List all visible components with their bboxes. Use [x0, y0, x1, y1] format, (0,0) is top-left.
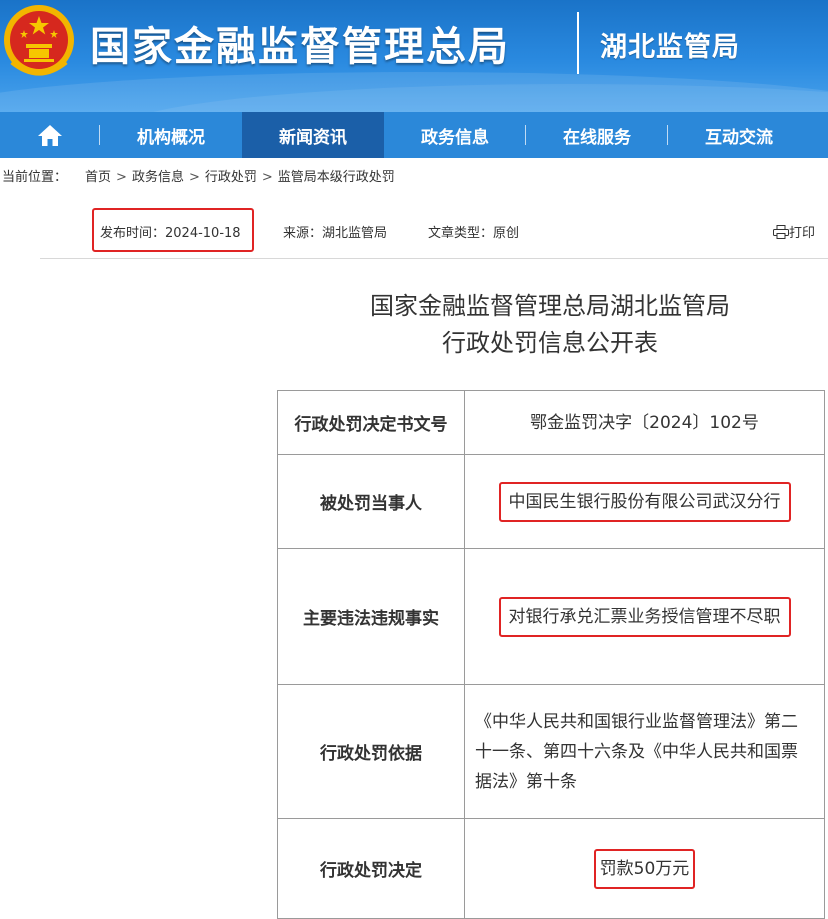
- table-row: 被处罚当事人 中国民生银行股份有限公司武汉分行: [277, 454, 825, 549]
- breadcrumb-penalty[interactable]: 行政处罚: [205, 170, 257, 185]
- row-value-cell: 中国民生银行股份有限公司武汉分行: [464, 454, 825, 549]
- row-value-cell: 罚款50万元: [464, 818, 825, 919]
- table-row: 主要违法违规事实 对银行承兑汇票业务授信管理不尽职: [277, 548, 825, 685]
- breadcrumb-bureau-penalty[interactable]: 监管局本级行政处罚: [278, 170, 395, 185]
- row-label: 被处罚当事人: [277, 454, 465, 549]
- row-value-highlighted: 中国民生银行股份有限公司武汉分行: [498, 481, 791, 522]
- printer-icon: [773, 224, 789, 239]
- nav-item-institution[interactable]: 机构概况: [100, 112, 242, 158]
- print-button[interactable]: 打印: [773, 222, 815, 241]
- row-value-cell: 对银行承兑汇票业务授信管理不尽职: [464, 548, 825, 685]
- nav-item-label: 新闻资讯: [279, 127, 347, 148]
- breadcrumb-separator: >: [188, 170, 200, 185]
- nav-home[interactable]: [0, 112, 100, 158]
- breadcrumb-home[interactable]: 首页: [85, 170, 111, 185]
- row-label: 行政处罚决定书文号: [277, 390, 465, 455]
- breadcrumb: 当前位置： 首页 > 政务信息 > 行政处罚 > 监管局本级行政处罚: [2, 166, 395, 185]
- table-row: 行政处罚决定书文号 鄂金监罚决字〔2024〕102号: [277, 390, 825, 455]
- breadcrumb-separator: >: [116, 170, 127, 185]
- article-source: 来源：湖北监管局: [283, 226, 388, 241]
- row-value-highlighted: 罚款50万元: [593, 848, 696, 889]
- row-value-highlighted: 对银行承兑汇票业务授信管理不尽职: [498, 596, 791, 637]
- nav-item-interaction[interactable]: 互动交流: [668, 112, 810, 158]
- site-header: 国家金融监督管理总局 湖北监管局: [0, 0, 828, 112]
- breadcrumb-separator: >: [261, 170, 273, 185]
- nav-item-label: 机构概况: [137, 127, 205, 148]
- nav-item-label: 在线服务: [563, 127, 631, 148]
- row-label: 行政处罚依据: [277, 684, 465, 819]
- nav-item-label: 政务信息: [421, 127, 489, 148]
- national-emblem-icon: [4, 5, 74, 76]
- row-label: 行政处罚决定: [277, 818, 465, 919]
- header-divider: [577, 12, 579, 74]
- main-nav: 机构概况 新闻资讯 政务信息 在线服务 互动交流: [0, 112, 828, 158]
- nav-item-news[interactable]: 新闻资讯: [242, 112, 384, 158]
- row-value-cell: 《中华人民共和国银行业监督管理法》第二十一条、第四十六条及《中华人民共和国票据法…: [464, 684, 825, 819]
- penalty-info-table: 行政处罚决定书文号 鄂金监罚决字〔2024〕102号 被处罚当事人 中国民生银行…: [277, 390, 825, 919]
- publish-time: 发布时间：2024-10-18: [100, 226, 241, 241]
- nav-item-label: 互动交流: [705, 127, 773, 148]
- row-label: 主要违法违规事实: [277, 548, 465, 685]
- table-row: 行政处罚依据 《中华人民共和国银行业监督管理法》第二十一条、第四十六条及《中华人…: [277, 684, 825, 819]
- article-title-line2: 行政处罚信息公开表: [442, 329, 658, 357]
- table-row: 行政处罚决定 罚款50万元: [277, 818, 825, 919]
- article-type: 文章类型：原创: [428, 226, 520, 241]
- meta-divider: [40, 258, 828, 259]
- bureau-title: 湖北监管局: [600, 32, 740, 63]
- breadcrumb-government-info[interactable]: 政务信息: [132, 170, 184, 185]
- home-icon: [38, 125, 62, 146]
- site-title: 国家金融监督管理总局: [90, 24, 510, 70]
- row-value: 鄂金监罚决字〔2024〕102号: [464, 390, 825, 455]
- nav-item-government-info[interactable]: 政务信息: [384, 112, 526, 158]
- breadcrumb-prefix: 当前位置：: [2, 170, 68, 185]
- nav-item-online-service[interactable]: 在线服务: [526, 112, 668, 158]
- print-label: 打印: [789, 226, 816, 241]
- row-value: 《中华人民共和国银行业监督管理法》第二十一条、第四十六条及《中华人民共和国票据法…: [475, 711, 798, 792]
- article-title-line1: 国家金融监督管理总局湖北监管局: [370, 292, 730, 320]
